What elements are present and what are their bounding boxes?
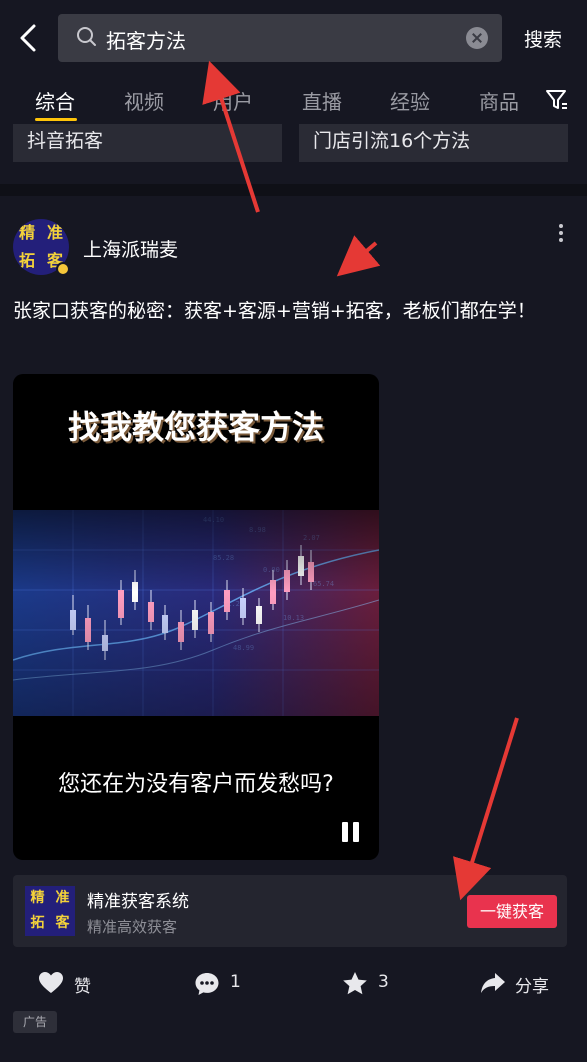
ad-logo-char: 拓 bbox=[30, 915, 45, 931]
tab-video[interactable]: 视频 bbox=[124, 86, 164, 115]
comment-count: 1 bbox=[230, 972, 241, 992]
video-player[interactable]: 找我教您获客方法 44.108.982.07 85.280.0065.74 91… bbox=[13, 374, 379, 860]
share-label: 分享 bbox=[515, 977, 549, 997]
username[interactable]: 上海派瑞麦 bbox=[83, 235, 178, 262]
pause-icon[interactable] bbox=[342, 822, 360, 842]
ad-title: 精准获客系统 bbox=[87, 892, 189, 912]
post-description[interactable]: 张家口获客的秘密：获客+客源+营销+拓客，老板们都在学！ bbox=[13, 296, 573, 326]
star-icon bbox=[343, 972, 367, 995]
related-search-chip[interactable]: 抖音拓客 bbox=[13, 124, 282, 162]
related-search-label: 抖音拓客 bbox=[27, 130, 104, 152]
top-bar: 拓客方法 搜索 bbox=[0, 0, 587, 76]
share-button[interactable]: 分享 bbox=[480, 968, 560, 1000]
like-label: 赞 bbox=[74, 977, 91, 997]
comment-button[interactable]: 1 bbox=[194, 968, 254, 1000]
clear-icon[interactable] bbox=[466, 27, 488, 49]
search-icon bbox=[77, 27, 96, 46]
candlestick-image: 44.108.982.07 85.280.0065.74 91.2010.134… bbox=[13, 510, 379, 716]
active-tab-indicator bbox=[35, 118, 77, 121]
ad-card[interactable]: 精 准 拓 客 精准获客系统 精准高效获客 一键获客 bbox=[13, 875, 567, 947]
tab-live[interactable]: 直播 bbox=[302, 86, 342, 115]
like-button[interactable]: 赞 bbox=[38, 968, 108, 1000]
ad-logo-char: 精 bbox=[30, 890, 45, 906]
filter-icon[interactable] bbox=[545, 88, 569, 112]
ad-logo: 精 准 拓 客 bbox=[25, 886, 75, 936]
avatar-char: 准 bbox=[46, 223, 63, 242]
verified-badge-icon bbox=[56, 262, 70, 276]
favorite-button[interactable]: 3 bbox=[342, 968, 402, 1000]
tab-products[interactable]: 商品 bbox=[479, 86, 519, 115]
favorite-count: 3 bbox=[378, 972, 389, 992]
related-search-chip[interactable]: 门店引流16个方法 bbox=[299, 124, 568, 162]
search-input[interactable]: 拓客方法 bbox=[58, 14, 502, 62]
more-icon[interactable] bbox=[558, 224, 564, 244]
heart-icon bbox=[39, 972, 63, 993]
search-button[interactable]: 搜索 bbox=[524, 25, 562, 52]
ad-logo-char: 客 bbox=[55, 915, 70, 931]
related-search-label: 门店引流16个方法 bbox=[313, 130, 471, 152]
video-title: 找我教您获客方法 bbox=[67, 408, 324, 446]
avatar-char: 精 bbox=[18, 223, 35, 242]
result-tabs: 综合 视频 用户 直播 经验 商品 bbox=[0, 76, 587, 124]
ad-logo-char: 准 bbox=[55, 890, 70, 906]
section-divider bbox=[0, 184, 587, 196]
tab-experience[interactable]: 经验 bbox=[390, 86, 430, 115]
video-subtitle: 您还在为没有客户而发愁吗? bbox=[58, 772, 334, 797]
back-icon[interactable] bbox=[14, 20, 44, 56]
avatar-char: 拓 bbox=[18, 251, 35, 270]
ad-tag: 广告 bbox=[13, 1011, 57, 1033]
ad-subtitle: 精准高效获客 bbox=[87, 918, 178, 936]
annotation-arrow bbox=[453, 717, 519, 901]
get-customers-button[interactable]: 一键获客 bbox=[467, 895, 557, 928]
comment-icon bbox=[195, 973, 219, 995]
annotation-arrow bbox=[336, 235, 381, 277]
tab-general[interactable]: 综合 bbox=[35, 86, 75, 115]
share-icon bbox=[481, 973, 505, 993]
search-query: 拓客方法 bbox=[106, 29, 186, 53]
tab-users[interactable]: 用户 bbox=[213, 86, 253, 115]
